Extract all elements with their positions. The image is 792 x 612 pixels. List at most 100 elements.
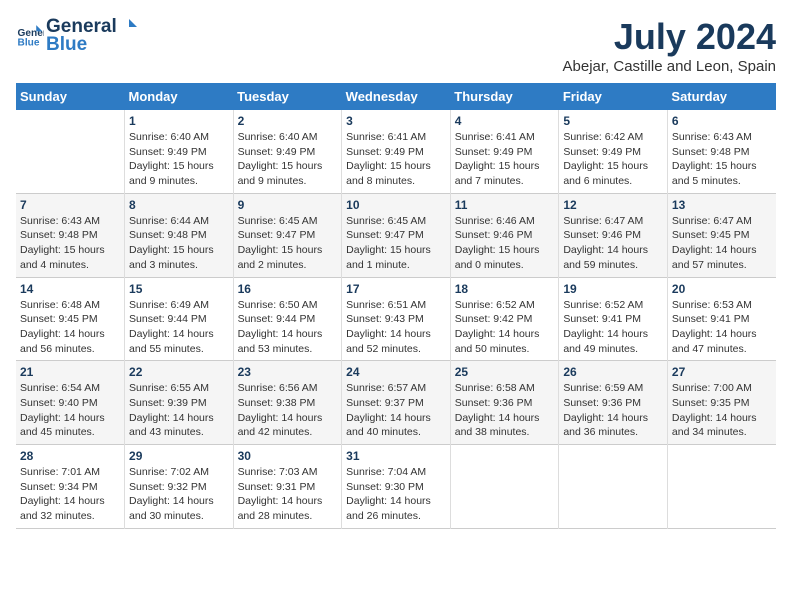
- day-number: 10: [346, 198, 446, 212]
- cell-info: Sunrise: 6:48 AMSunset: 9:45 PMDaylight:…: [20, 299, 105, 355]
- calendar-week-row: 28Sunrise: 7:01 AMSunset: 9:34 PMDayligh…: [16, 445, 776, 529]
- calendar-week-row: 1 Sunrise: 6:40 AMSunset: 9:49 PMDaylight…: [16, 110, 776, 193]
- calendar-cell: 31Sunrise: 7:04 AMSunset: 9:30 PMDayligh…: [342, 445, 451, 529]
- cell-info: Sunrise: 6:53 AMSunset: 9:41 PMDaylight:…: [672, 299, 757, 355]
- calendar-cell: 17 Sunrise: 6:51 AMSunset: 9:43 PMDayligh…: [342, 277, 451, 361]
- cell-info: Sunrise: 7:00 AMSunset: 9:35 PMDaylight:…: [672, 382, 757, 438]
- day-number: 16: [238, 282, 338, 296]
- day-number: 28: [20, 449, 120, 463]
- day-number: 4: [455, 114, 555, 128]
- calendar-cell: 30 Sunrise: 7:03 AMSunset: 9:31 PMDayligh…: [233, 445, 342, 529]
- calendar-week-row: 14 Sunrise: 6:48 AMSunset: 9:45 PMDayligh…: [16, 277, 776, 361]
- day-number: 31: [346, 449, 446, 463]
- header-saturday: Saturday: [667, 83, 776, 110]
- calendar-cell: [559, 445, 668, 529]
- calendar-cell: 12 Sunrise: 6:47 AMSunset: 9:46 PMDayligh…: [559, 193, 668, 277]
- calendar-header-row: SundayMondayTuesdayWednesdayThursdayFrid…: [16, 83, 776, 110]
- day-number: 23: [238, 365, 338, 379]
- calendar-cell: 5Sunrise: 6:42 AMSunset: 9:49 PMDaylight…: [559, 110, 668, 193]
- calendar-cell: 27 Sunrise: 7:00 AMSunset: 9:35 PMDayligh…: [667, 361, 776, 445]
- calendar-week-row: 21 Sunrise: 6:54 AMSunset: 9:40 PMDayligh…: [16, 361, 776, 445]
- day-number: 8: [129, 198, 229, 212]
- cell-info: Sunrise: 6:49 AMSunset: 9:44 PMDaylight:…: [129, 299, 214, 355]
- calendar-cell: 23Sunrise: 6:56 AMSunset: 9:38 PMDayligh…: [233, 361, 342, 445]
- cell-info: Sunrise: 6:44 AMSunset: 9:48 PMDaylight:…: [129, 215, 214, 271]
- cell-info: Sunrise: 6:58 AMSunset: 9:36 PMDaylight:…: [455, 382, 540, 438]
- day-number: 7: [20, 198, 120, 212]
- calendar-cell: [16, 110, 125, 193]
- calendar-cell: 22Sunrise: 6:55 AMSunset: 9:39 PMDayligh…: [125, 361, 234, 445]
- calendar-cell: 6 Sunrise: 6:43 AMSunset: 9:48 PMDaylight…: [667, 110, 776, 193]
- header-wednesday: Wednesday: [342, 83, 451, 110]
- calendar-cell: 10 Sunrise: 6:45 AMSunset: 9:47 PMDayligh…: [342, 193, 451, 277]
- logo-icon: General Blue: [16, 22, 44, 50]
- calendar-cell: 15 Sunrise: 6:49 AMSunset: 9:44 PMDayligh…: [125, 277, 234, 361]
- day-number: 18: [455, 282, 555, 296]
- day-number: 17: [346, 282, 446, 296]
- calendar-cell: [667, 445, 776, 529]
- day-number: 15: [129, 282, 229, 296]
- day-number: 11: [455, 198, 555, 212]
- calendar-cell: 13Sunrise: 6:47 AMSunset: 9:45 PMDayligh…: [667, 193, 776, 277]
- calendar-cell: 3 Sunrise: 6:41 AMSunset: 9:49 PMDaylight…: [342, 110, 451, 193]
- header-tuesday: Tuesday: [233, 83, 342, 110]
- day-number: 25: [455, 365, 555, 379]
- cell-info: Sunrise: 6:41 AMSunset: 9:49 PMDaylight:…: [346, 131, 431, 187]
- calendar-cell: 24 Sunrise: 6:57 AMSunset: 9:37 PMDayligh…: [342, 361, 451, 445]
- location-subtitle: Abejar, Castille and Leon, Spain: [563, 58, 776, 75]
- day-number: 24: [346, 365, 446, 379]
- calendar-cell: 2Sunrise: 6:40 AMSunset: 9:49 PMDaylight…: [233, 110, 342, 193]
- cell-info: Sunrise: 6:57 AMSunset: 9:37 PMDaylight:…: [346, 382, 431, 438]
- calendar-cell: 26 Sunrise: 6:59 AMSunset: 9:36 PMDayligh…: [559, 361, 668, 445]
- day-number: 26: [563, 365, 663, 379]
- logo-chevron-icon: [117, 16, 139, 38]
- logo: General Blue General Blue: [16, 16, 139, 56]
- calendar-week-row: 7 Sunrise: 6:43 AMSunset: 9:48 PMDaylight…: [16, 193, 776, 277]
- month-year-title: July 2024: [563, 16, 776, 58]
- calendar-cell: 16 Sunrise: 6:50 AMSunset: 9:44 PMDayligh…: [233, 277, 342, 361]
- calendar-cell: 9Sunrise: 6:45 AMSunset: 9:47 PMDaylight…: [233, 193, 342, 277]
- cell-info: Sunrise: 6:43 AMSunset: 9:48 PMDaylight:…: [672, 131, 757, 187]
- day-number: 19: [563, 282, 663, 296]
- header-monday: Monday: [125, 83, 234, 110]
- header-friday: Friday: [559, 83, 668, 110]
- cell-info: Sunrise: 6:47 AMSunset: 9:46 PMDaylight:…: [563, 215, 648, 271]
- cell-info: Sunrise: 6:40 AMSunset: 9:49 PMDaylight:…: [238, 131, 323, 187]
- day-number: 3: [346, 114, 446, 128]
- cell-info: Sunrise: 6:45 AMSunset: 9:47 PMDaylight:…: [346, 215, 431, 271]
- day-number: 12: [563, 198, 663, 212]
- day-number: 29: [129, 449, 229, 463]
- day-number: 30: [238, 449, 338, 463]
- calendar-cell: [450, 445, 559, 529]
- title-block: July 2024 Abejar, Castille and Leon, Spa…: [563, 16, 776, 75]
- day-number: 27: [672, 365, 772, 379]
- cell-info: Sunrise: 6:41 AMSunset: 9:49 PMDaylight:…: [455, 131, 540, 187]
- calendar-cell: 25 Sunrise: 6:58 AMSunset: 9:36 PMDayligh…: [450, 361, 559, 445]
- cell-info: Sunrise: 6:50 AMSunset: 9:44 PMDaylight:…: [238, 299, 323, 355]
- cell-info: Sunrise: 6:59 AMSunset: 9:36 PMDaylight:…: [563, 382, 648, 438]
- calendar-cell: 4 Sunrise: 6:41 AMSunset: 9:49 PMDaylight…: [450, 110, 559, 193]
- calendar-cell: 14 Sunrise: 6:48 AMSunset: 9:45 PMDayligh…: [16, 277, 125, 361]
- day-number: 1: [129, 114, 229, 128]
- day-number: 14: [20, 282, 120, 296]
- calendar-cell: 11 Sunrise: 6:46 AMSunset: 9:46 PMDayligh…: [450, 193, 559, 277]
- day-number: 9: [238, 198, 338, 212]
- calendar-cell: 21 Sunrise: 6:54 AMSunset: 9:40 PMDayligh…: [16, 361, 125, 445]
- cell-info: Sunrise: 6:52 AMSunset: 9:42 PMDaylight:…: [455, 299, 540, 355]
- cell-info: Sunrise: 6:51 AMSunset: 9:43 PMDaylight:…: [346, 299, 431, 355]
- cell-info: Sunrise: 6:46 AMSunset: 9:46 PMDaylight:…: [455, 215, 540, 271]
- calendar-cell: 18 Sunrise: 6:52 AMSunset: 9:42 PMDayligh…: [450, 277, 559, 361]
- calendar-cell: 19 Sunrise: 6:52 AMSunset: 9:41 PMDayligh…: [559, 277, 668, 361]
- day-number: 20: [672, 282, 772, 296]
- calendar-cell: 20 Sunrise: 6:53 AMSunset: 9:41 PMDayligh…: [667, 277, 776, 361]
- cell-info: Sunrise: 7:03 AMSunset: 9:31 PMDaylight:…: [238, 466, 323, 522]
- cell-info: Sunrise: 6:54 AMSunset: 9:40 PMDaylight:…: [20, 382, 105, 438]
- day-number: 21: [20, 365, 120, 379]
- calendar-cell: 8 Sunrise: 6:44 AMSunset: 9:48 PMDaylight…: [125, 193, 234, 277]
- cell-info: Sunrise: 6:52 AMSunset: 9:41 PMDaylight:…: [563, 299, 648, 355]
- cell-info: Sunrise: 6:42 AMSunset: 9:49 PMDaylight:…: [563, 131, 648, 187]
- calendar-cell: 1Sunrise: 6:40 AMSunset: 9:49 PMDaylight…: [125, 110, 234, 193]
- day-number: 6: [672, 114, 772, 128]
- cell-info: Sunrise: 6:43 AMSunset: 9:48 PMDaylight:…: [20, 215, 105, 271]
- calendar-cell: 29Sunrise: 7:02 AMSunset: 9:32 PMDayligh…: [125, 445, 234, 529]
